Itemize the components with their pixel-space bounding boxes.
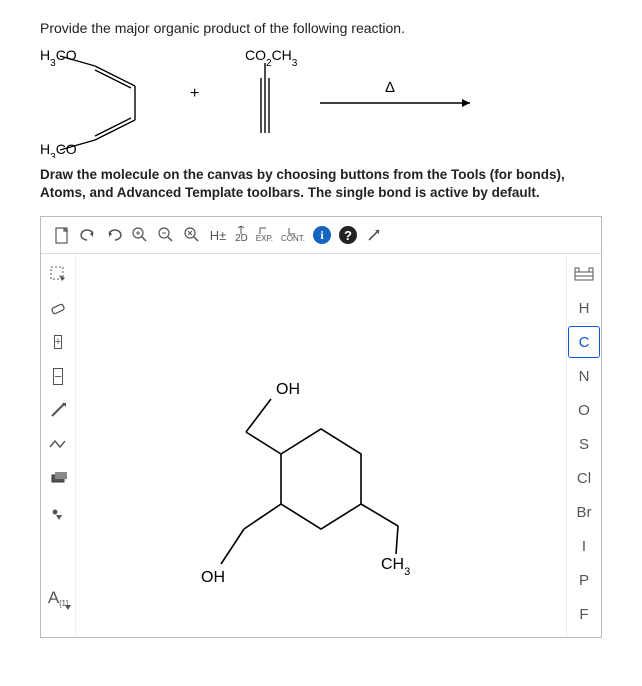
reaction-scheme: H3CO H3CO + CO2CH3 Δ xyxy=(40,48,602,158)
atom-label-button[interactable]: A[1] xyxy=(42,582,74,614)
top-toolbar: H± 2D EXP. CONT. i ? xyxy=(41,217,601,254)
left-toolbar: + − • A[1] xyxy=(41,254,76,637)
fullscreen-button[interactable] xyxy=(361,223,387,247)
eraser-button[interactable] xyxy=(42,292,74,324)
question-text: Provide the major organic product of the… xyxy=(40,20,602,36)
atom-s-button[interactable]: S xyxy=(568,428,600,460)
atom-c-button[interactable]: C xyxy=(568,326,600,358)
atom-cl-button[interactable]: Cl xyxy=(568,462,600,494)
atom-n-button[interactable]: N xyxy=(568,360,600,392)
periodic-table-button[interactable] xyxy=(568,258,600,290)
expand-button[interactable]: EXP. xyxy=(252,223,277,247)
hydrogen-toggle-button[interactable]: H± xyxy=(205,223,231,247)
atom-f-button[interactable]: F xyxy=(568,598,600,630)
atom-h-button[interactable]: H xyxy=(568,292,600,324)
contract-button[interactable]: CONT. xyxy=(277,223,309,247)
charge-minus-button[interactable]: − xyxy=(42,360,74,392)
atom-i-button[interactable]: I xyxy=(568,530,600,562)
undo-button[interactable] xyxy=(75,223,101,247)
reactant1-label-top: H3CO xyxy=(40,48,77,69)
zoom-reset-button[interactable] xyxy=(179,223,205,247)
reaction-condition: Δ xyxy=(385,79,395,96)
right-toolbar: H C N O S Cl Br I P F xyxy=(566,254,601,637)
atom-o-button[interactable]: O xyxy=(568,394,600,426)
view-2d-button[interactable]: 2D xyxy=(231,223,252,247)
reactant2-label: CO2CH3 xyxy=(245,48,298,69)
zoom-in-button[interactable] xyxy=(127,223,153,247)
plus-sign: + xyxy=(190,85,199,102)
canvas-label-ch3: CH3 xyxy=(381,556,410,578)
single-bond-button[interactable] xyxy=(42,394,74,426)
zoom-out-button[interactable] xyxy=(153,223,179,247)
atom-br-button[interactable]: Br xyxy=(568,496,600,528)
drawing-canvas[interactable]: OH OH CH3 xyxy=(76,254,566,637)
marquee-select-button[interactable] xyxy=(42,258,74,290)
instructions-text: Draw the molecule on the canvas by choos… xyxy=(40,166,602,202)
canvas-label-oh2: OH xyxy=(201,569,225,586)
double-bond-button[interactable] xyxy=(42,428,74,460)
reactant1-label-bottom: H3CO xyxy=(40,141,77,158)
canvas-label-oh1: OH xyxy=(276,381,300,398)
molecule-editor: H± 2D EXP. CONT. i ? + − • A[1] xyxy=(40,216,602,638)
charge-plus-button[interactable]: + xyxy=(42,326,74,358)
info-button[interactable]: i xyxy=(309,223,335,247)
new-file-button[interactable] xyxy=(49,223,75,247)
help-button[interactable]: ? xyxy=(335,223,361,247)
atom-p-button[interactable]: P xyxy=(568,564,600,596)
chain-button[interactable] xyxy=(42,462,74,494)
map-button[interactable]: • xyxy=(42,496,74,528)
redo-button[interactable] xyxy=(101,223,127,247)
